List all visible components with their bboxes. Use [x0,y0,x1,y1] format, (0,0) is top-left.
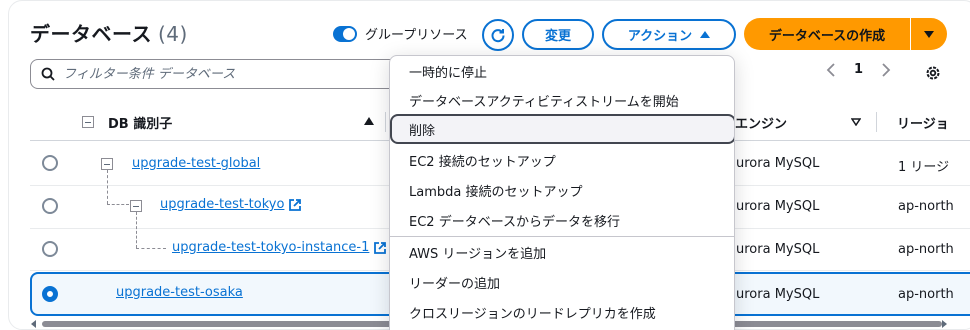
db-link-upgrade-test-global[interactable]: upgrade-test-global [132,156,260,171]
title-text: データベース [30,22,152,46]
menu-item-setup-lambda-connection[interactable]: Lambda 接続のセットアップ [390,175,734,205]
menu-item-add-aws-region[interactable]: AWS リージョンを追加 [390,237,734,267]
engine-cell: urora MySQL [736,242,820,257]
scroll-right-icon[interactable] [940,320,948,328]
engine-cell: urora MySQL [736,156,820,171]
menu-item-setup-ec2-connection[interactable]: EC2 接続のセットアップ [390,145,734,175]
menu-item-add-reader[interactable]: リーダーの追加 [390,267,734,297]
column-header-db-identifier[interactable]: DB 識別子 [82,108,172,136]
region-header: リージョ [897,116,949,132]
sort-ascending-icon[interactable] [364,117,374,125]
menu-item-migrate-from-ec2[interactable]: EC2 データベースからデータを移行 [390,205,734,235]
sort-descending-icon[interactable] [851,118,861,126]
region-cell: 1 リージ [898,160,950,175]
external-link-icon[interactable] [373,241,387,255]
collapse-icon[interactable] [130,200,142,212]
column-header-region[interactable]: リージョ [897,108,949,136]
db-link-upgrade-test-tokyo[interactable]: upgrade-test-tokyo [160,197,302,212]
db-link-label[interactable]: upgrade-test-tokyo [160,197,284,212]
db-link-label[interactable]: upgrade-test-tokyo-instance-1 [172,240,369,255]
actions-button[interactable]: アクション [602,19,736,50]
actions-button-label: アクション [627,29,693,44]
gear-icon[interactable] [924,64,942,82]
scroll-left-icon[interactable] [30,320,38,328]
search-input[interactable] [63,66,363,82]
search-icon [41,67,55,81]
row-select-radio-checked[interactable] [42,286,58,302]
chevron-left-icon[interactable] [826,62,836,77]
row-select-radio[interactable] [42,241,58,257]
modify-button[interactable]: 変更 [522,19,594,50]
caret-down-icon [924,30,934,38]
engine-header: エンジン [735,116,788,132]
refresh-button[interactable] [482,19,514,51]
menu-item-stop-temporarily[interactable]: 一時的に停止 [390,56,734,86]
external-link-icon[interactable] [288,198,302,212]
actions-menu: 一時的に停止 データベースアクティビティストリームを開始 削除 EC2 接続のセ… [389,55,735,330]
row-select-radio[interactable] [42,198,58,214]
create-database-dropdown-button[interactable] [911,18,947,50]
chevron-right-icon[interactable] [881,62,891,77]
create-database-label: データベースの作成 [768,28,886,44]
create-database-button[interactable]: データベースの作成 [744,18,910,50]
modify-button-label: 変更 [544,29,571,44]
menu-item-start-activity-stream[interactable]: データベースアクティビティストリームを開始 [390,85,734,115]
refresh-icon [491,29,505,43]
row-select-radio[interactable] [42,155,58,171]
column-divider [876,112,877,132]
toggle-switch[interactable] [333,25,357,42]
collapse-all-icon[interactable] [82,116,94,128]
tree-connector [136,212,137,248]
current-page[interactable]: 1 [854,62,863,77]
region-cell: ap-north [898,242,954,257]
engine-cell: urora MySQL [736,199,820,214]
pagination: 1 [826,62,891,77]
column-header-engine[interactable]: エンジン [735,108,787,136]
db-link-upgrade-test-osaka[interactable]: upgrade-test-osaka [116,285,243,300]
engine-cell: urora MySQL [736,287,820,302]
group-resources-toggle[interactable]: グループリソース [333,24,468,43]
region-cell: ap-north [898,199,954,214]
region-cell: ap-north [898,287,954,302]
menu-item-delete[interactable]: 削除 [390,114,734,144]
search-field[interactable] [30,59,400,89]
column-divider [385,112,386,132]
db-identifier-header: DB 識別子 [108,116,173,132]
tree-connector [107,170,108,204]
db-link-upgrade-test-tokyo-instance-1[interactable]: upgrade-test-tokyo-instance-1 [172,240,387,255]
caret-up-icon [700,31,711,38]
tree-connector [136,248,166,249]
collapse-icon[interactable] [101,158,113,170]
database-count: (4) [158,22,188,46]
tree-connector [107,204,129,205]
page-title: データベース (4) [30,18,188,47]
group-resources-label: グループリソース [365,28,468,43]
menu-item-create-cross-region-read-replica[interactable]: クロスリージョンのリードレプリカを作成 [390,297,734,327]
